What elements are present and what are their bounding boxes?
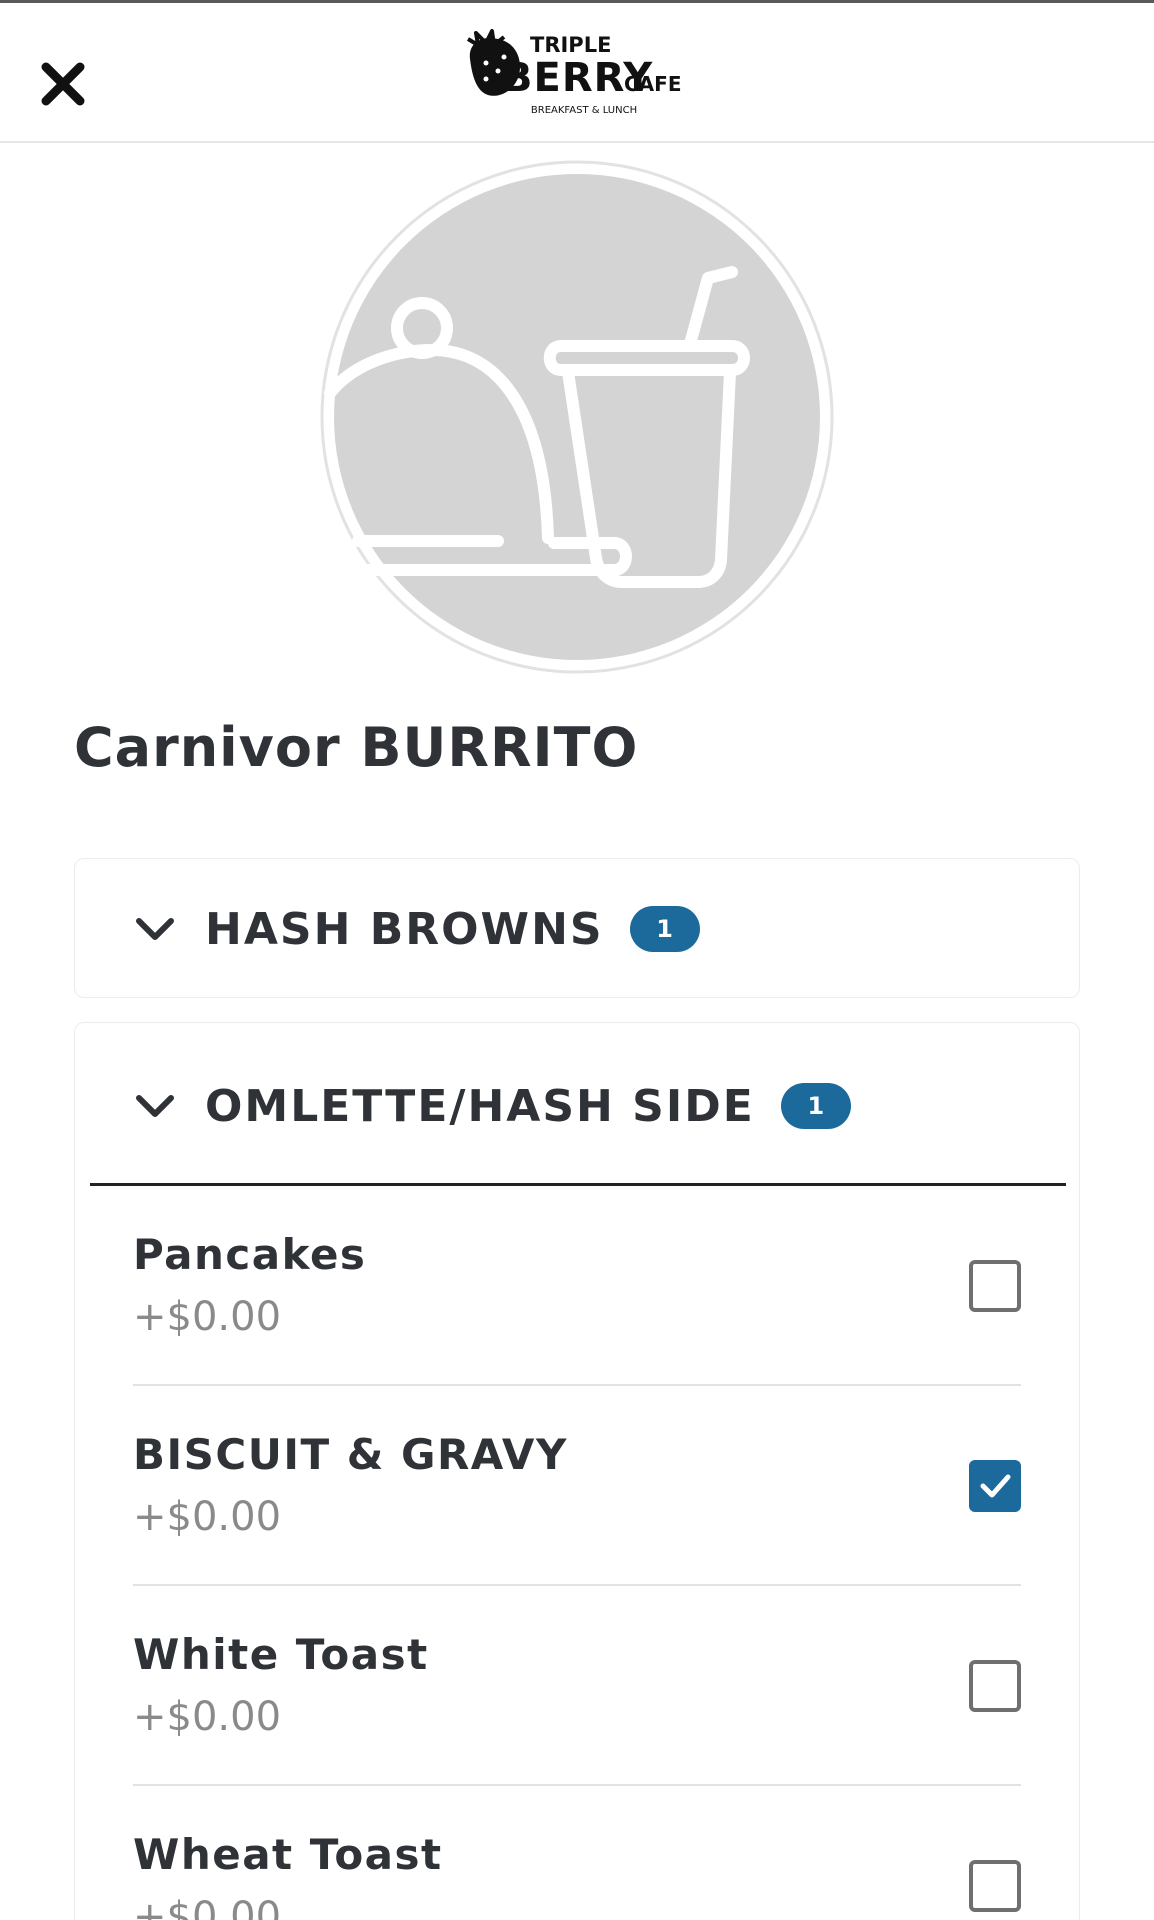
count-badge: 1 (780, 1083, 851, 1129)
option-checkbox[interactable] (969, 1260, 1021, 1312)
option-checkbox[interactable] (969, 1660, 1021, 1712)
option-row-white-toast[interactable]: White Toast +$0.00 (133, 1586, 1021, 1786)
close-button[interactable] (38, 59, 88, 109)
count-badge: 1 (629, 906, 700, 952)
item-title: Carnivor BURRITO (74, 716, 639, 779)
option-name: White Toast (133, 1630, 429, 1679)
chevron-down-icon (136, 918, 174, 940)
svg-text:CAFE: CAFE (624, 72, 681, 96)
modifier-group-omlette-hash-side: OMLETTE/HASH SIDE 1 Pancakes +$0.00 BISC… (74, 1022, 1080, 1920)
close-icon (41, 62, 85, 106)
chevron-down-icon (136, 1095, 174, 1117)
option-checkbox[interactable] (969, 1460, 1021, 1512)
option-row-pancakes[interactable]: Pancakes +$0.00 (133, 1186, 1021, 1386)
option-name: BISCUIT & GRAVY (133, 1430, 568, 1479)
group-header-hash-browns[interactable]: HASH BROWNS 1 (133, 894, 700, 964)
option-price: +$0.00 (133, 1494, 282, 1540)
group-label: HASH BROWNS (205, 903, 604, 955)
item-image-placeholder (320, 160, 834, 674)
option-name: Wheat Toast (133, 1830, 443, 1879)
header: TRIPLE BERRY CAFE BREAKFAST & LUNCH (0, 3, 1154, 143)
group-header-omlette-hash-side[interactable]: OMLETTE/HASH SIDE 1 (133, 1071, 851, 1141)
option-price: +$0.00 (133, 1294, 282, 1340)
option-price: +$0.00 (133, 1894, 282, 1920)
option-price: +$0.00 (133, 1694, 282, 1740)
option-name: Pancakes (133, 1230, 367, 1279)
option-row-biscuit-gravy[interactable]: BISCUIT & GRAVY +$0.00 (133, 1386, 1021, 1586)
svg-text:BREAKFAST & LUNCH: BREAKFAST & LUNCH (531, 105, 637, 116)
cafe-logo: TRIPLE BERRY CAFE BREAKFAST & LUNCH (466, 29, 681, 116)
group-label: OMLETTE/HASH SIDE (205, 1080, 755, 1132)
option-row-wheat-toast[interactable]: Wheat Toast +$0.00 (133, 1786, 1021, 1920)
svg-text:TRIPLE: TRIPLE (530, 33, 611, 57)
checkmark-icon (980, 1474, 1011, 1498)
option-checkbox[interactable] (969, 1860, 1021, 1912)
modifier-group-hash-browns: HASH BROWNS 1 (74, 858, 1080, 998)
